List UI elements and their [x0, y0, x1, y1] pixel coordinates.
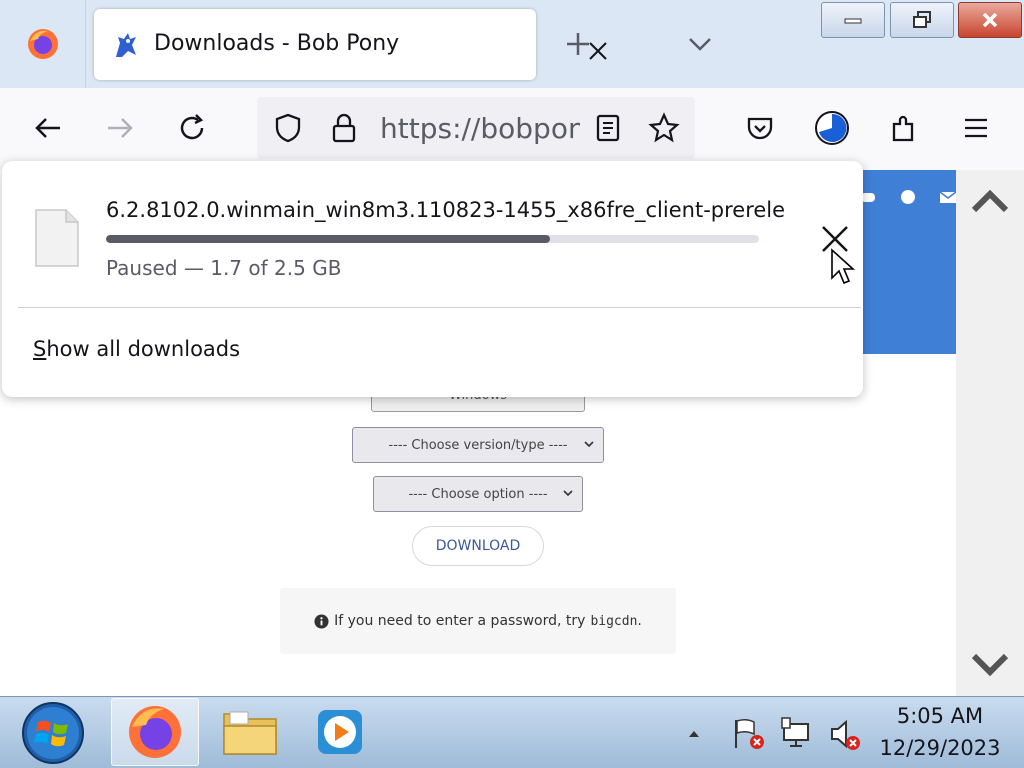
minimize-button[interactable]: [821, 2, 885, 38]
info-suffix: .: [637, 613, 642, 629]
taskbar-media-player[interactable]: [296, 698, 384, 766]
flag-icon[interactable]: [732, 716, 766, 752]
info-text: If you need to enter a password, try: [334, 613, 586, 629]
window-close-button[interactable]: [958, 2, 1022, 38]
show-all-label: how all downloads: [46, 337, 241, 361]
site-security-button[interactable]: [322, 106, 366, 150]
cursor-icon: [831, 248, 856, 285]
maximize-icon: [913, 11, 931, 28]
reload-icon: [180, 114, 204, 140]
file-icon: [35, 209, 79, 267]
minimize-icon: [844, 18, 862, 24]
forward-button[interactable]: [98, 106, 142, 150]
show-hidden-icons-button[interactable]: [684, 724, 704, 744]
chevron-down-icon[interactable]: [684, 28, 716, 60]
info-icon: [314, 613, 329, 629]
profile-icon: [815, 111, 849, 145]
firefox-icon: [129, 706, 181, 758]
extensions-button[interactable]: [882, 106, 926, 150]
version-type-select[interactable]: ---- Choose version/type ----: [352, 427, 604, 463]
show-all-downloads-button[interactable]: Show all downloads: [33, 337, 240, 361]
option-select[interactable]: ---- Choose option ----: [373, 476, 583, 512]
pocket-icon: [747, 117, 773, 140]
clock-time[interactable]: 5:05 AM: [880, 704, 1000, 728]
back-arrow-icon: [35, 118, 60, 138]
active-tab[interactable]: Downloads - Bob Pony: [94, 9, 607, 80]
download-progress-fill: [106, 235, 551, 243]
app-menu-button[interactable]: [954, 106, 998, 150]
media-player-icon: [318, 710, 362, 754]
email-icon[interactable]: [938, 187, 958, 207]
folder-icon: [223, 711, 277, 755]
taskbar-file-explorer[interactable]: [206, 698, 294, 766]
forward-arrow-icon: [108, 118, 133, 138]
star-icon: [648, 112, 680, 143]
restore-button[interactable]: [890, 2, 954, 38]
info-code: bigcdn: [590, 613, 638, 629]
version-select-value: ---- Choose version/type ----: [388, 437, 568, 453]
reader-view-button[interactable]: [586, 106, 630, 150]
chevron-down-icon: [563, 490, 573, 497]
vertical-scrollbar[interactable]: [956, 170, 1024, 696]
extensions-icon: [892, 115, 914, 142]
chevron-down-icon: [584, 441, 594, 448]
network-icon[interactable]: [780, 716, 814, 752]
panel-divider: [18, 307, 861, 308]
firefox-menu-button[interactable]: [0, 0, 86, 88]
bookmark-button[interactable]: [642, 106, 686, 150]
lock-icon: [332, 113, 356, 143]
taskbar-firefox[interactable]: [111, 698, 199, 766]
accesskey-letter: S: [33, 337, 47, 361]
scroll-down-button[interactable]: [966, 644, 1014, 686]
volume-muted-icon[interactable]: [828, 716, 862, 752]
reader-view-icon: [596, 114, 620, 142]
back-button[interactable]: [26, 106, 70, 150]
tracking-protection-button[interactable]: [266, 106, 310, 150]
close-icon: [982, 12, 998, 28]
hamburger-menu-icon: [965, 118, 987, 138]
url-text[interactable]: https://bobpony: [380, 112, 580, 145]
scroll-up-button[interactable]: [966, 180, 1014, 222]
reload-button[interactable]: [170, 106, 214, 150]
option-select-value: ---- Choose option ----: [408, 486, 548, 502]
profile-button[interactable]: [810, 106, 854, 150]
github-icon[interactable]: [898, 187, 918, 207]
download-filename[interactable]: 6.2.8102.0.winmain_win8m3.110823-1455_x8…: [106, 198, 786, 222]
tab-strip: Downloads - Bob Pony: [0, 0, 1024, 88]
bob-pony-favicon: [116, 33, 136, 57]
clock-date[interactable]: 12/29/2023: [876, 736, 1004, 760]
plus-icon[interactable]: [562, 28, 594, 60]
pocket-button[interactable]: [738, 106, 782, 150]
download-button[interactable]: DOWNLOAD: [412, 526, 544, 566]
windows-start-icon[interactable]: [20, 700, 86, 766]
download-progress-bar: [106, 235, 759, 243]
tab-title: Downloads - Bob Pony: [154, 31, 400, 56]
password-info-box: If you need to enter a password, try big…: [280, 588, 676, 654]
download-status: Paused — 1.7 of 2.5 GB: [106, 256, 342, 280]
firefox-icon: [27, 29, 58, 59]
shield-icon: [275, 113, 301, 143]
